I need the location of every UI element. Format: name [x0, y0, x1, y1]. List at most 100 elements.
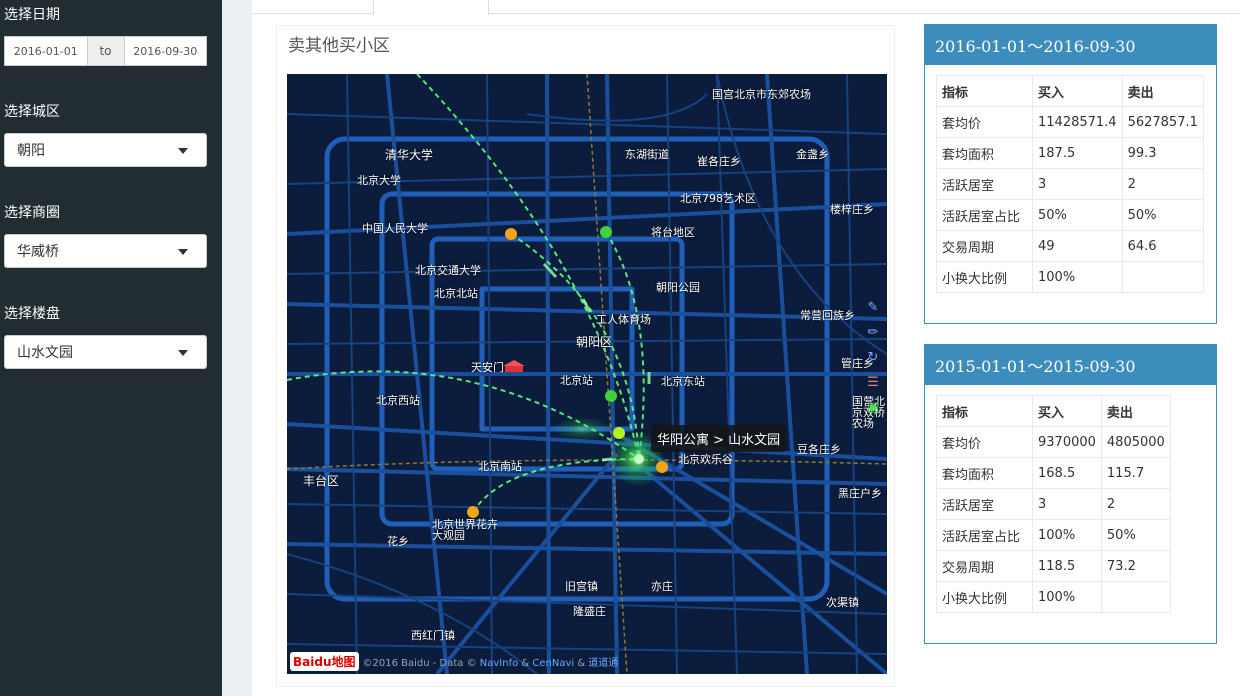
marker-green[interactable] [605, 390, 617, 402]
table-cell: 套均面积 [936, 137, 1033, 169]
map-label: 西红门镇 [411, 629, 455, 642]
map-label: 北京世界花卉大观园 [432, 518, 498, 542]
table-cell: 3 [1032, 168, 1123, 200]
table-cell: 3 [1032, 488, 1102, 520]
table-cell: 小换大比例 [936, 581, 1033, 613]
map-label: 工人体育场 [596, 313, 651, 326]
map-label: 花乡 [387, 535, 409, 548]
marker-green[interactable] [600, 226, 612, 238]
column-header: 买入 [1032, 75, 1123, 107]
table-cell: 99.3 [1121, 137, 1204, 169]
map-label: 旧宫镇 [565, 580, 598, 593]
table-cell: 11428571.4 [1032, 106, 1123, 138]
column-header: 指标 [936, 75, 1033, 107]
map-label: 丰台区 [303, 474, 340, 488]
table-cell: 50% [1121, 199, 1204, 231]
map-label: 中国人民大学 [362, 222, 428, 235]
building-value: 山水文园 [17, 345, 73, 361]
table-row: 活跃居室占比 50% 50% [936, 199, 1204, 231]
navinfo-link[interactable]: NavInfo [480, 658, 518, 669]
column-header: 指标 [936, 395, 1033, 427]
table-row: 套均价 11428571.4 5627857.1 [936, 106, 1204, 138]
destination-marker[interactable] [634, 454, 644, 464]
map-label: 北京站 [560, 374, 593, 387]
map-label: 北京欢乐谷 [678, 453, 733, 466]
table-row: 交易周期 49 64.6 [936, 230, 1204, 262]
map-label: 黑庄户乡 [838, 487, 882, 500]
map-label: 隆盛庄 [573, 605, 606, 618]
table-cell: 168.5 [1032, 457, 1102, 489]
building-select[interactable]: 山水文园 [4, 335, 207, 369]
map-label: 天安门 [471, 361, 504, 374]
table-cell: 49 [1032, 230, 1123, 262]
map-label: 北京南站 [478, 460, 522, 473]
table-row: 套均价 9370000 4805000 [936, 426, 1171, 458]
tab-active[interactable] [373, 0, 489, 15]
baidu-logo: Baidu地图 [290, 652, 359, 671]
date-from-input[interactable]: 2016-01-01 [5, 37, 87, 65]
map-label: 北京交通大学 [415, 264, 481, 277]
stats-card-2016: 2016-01-01～2016-09-30 指标 买入 卖出 套均价 114285… [924, 24, 1217, 324]
table-cell: 套均价 [936, 426, 1033, 458]
stats-table: 指标 买入 卖出 套均价 11428571.4 5627857.1 套均面积 187.… [936, 75, 1204, 293]
column-header: 卖出 [1121, 75, 1204, 107]
table-cell: 活跃居室占比 [936, 519, 1033, 551]
map-label: 北京大学 [357, 174, 401, 187]
marker-orange[interactable] [656, 461, 668, 473]
column-header: 买入 [1032, 395, 1102, 427]
table-cell: 187.5 [1032, 137, 1123, 169]
stats-table: 指标 买入 卖出 套均价 9370000 4805000 套均面积 168.5 115.… [936, 395, 1171, 613]
table-cell: 100% [1032, 261, 1123, 293]
save-icon[interactable]: ▣ [865, 400, 881, 416]
edit-icon[interactable]: ✏ [865, 325, 881, 341]
sidebar: 选择日期 2016-01-01 to 2016-09-30 选择城区 朝阳 选择… [0, 0, 222, 696]
map-label: 金盏乡 [796, 148, 829, 161]
table-cell [1121, 261, 1204, 293]
table-row: 活跃居室 3 2 [936, 488, 1171, 520]
map-label: 亦庄 [651, 580, 673, 593]
table-cell: 交易周期 [936, 230, 1033, 262]
table-cell: 活跃居室 [936, 488, 1033, 520]
table-cell: 活跃居室 [936, 168, 1033, 200]
map-label: 常营回族乡 [800, 309, 855, 322]
map-label: 北京东站 [661, 375, 705, 388]
caret-down-icon [178, 148, 188, 154]
marker-yellow[interactable] [613, 427, 625, 439]
table-row: 活跃居室占比 100% 50% [936, 519, 1171, 551]
map-label: 北京西站 [376, 394, 420, 407]
area-select[interactable]: 华威桥 [4, 234, 207, 268]
map-label: 将台地区 [651, 226, 695, 239]
table-cell: 小换大比例 [936, 261, 1033, 293]
table-cell: 50% [1100, 519, 1171, 551]
pen-icon[interactable]: ✎ [865, 300, 881, 316]
card-title: 2015-01-01～2015-09-30 [925, 345, 1216, 385]
table-cell: 套均价 [936, 106, 1033, 138]
table-row: 交易周期 118.5 73.2 [936, 550, 1171, 582]
table-cell: 套均面积 [936, 457, 1033, 489]
card-title: 2016-01-01～2016-09-30 [925, 25, 1216, 65]
table-cell: 118.5 [1032, 550, 1102, 582]
table-cell: 115.7 [1100, 457, 1171, 489]
map-label: 北京798艺术区 [680, 192, 756, 205]
map-toolbox: ✎ ✏ ↻ ☰ ▣ [865, 300, 883, 425]
date-range-picker[interactable]: 2016-01-01 to 2016-09-30 [4, 36, 207, 66]
table-row: 小换大比例 100% [936, 261, 1204, 293]
map-attribution: Baidu地图 ©2016 Baidu - Data © NavInfo & C… [290, 652, 618, 671]
map-label: 次渠镇 [826, 596, 859, 609]
area-value: 华威桥 [17, 244, 59, 260]
daodaotong-link[interactable]: 道道通 [588, 658, 618, 669]
cennavi-link[interactable]: CenNavi [532, 658, 574, 669]
date-label: 选择日期 [4, 7, 60, 23]
table-cell [1100, 581, 1171, 613]
table-header-row: 指标 买入 卖出 [936, 395, 1171, 427]
map-label: 北京北站 [434, 287, 478, 300]
marker-orange[interactable] [467, 506, 479, 518]
data-view-icon[interactable]: ☰ [865, 375, 881, 391]
stats-card-2015: 2015-01-01～2015-09-30 指标 买入 卖出 套均价 937000… [924, 344, 1217, 644]
refresh-icon[interactable]: ↻ [865, 350, 881, 366]
marker-orange[interactable] [505, 228, 517, 240]
date-to-input[interactable]: 2016-09-30 [125, 37, 207, 65]
table-cell: 100% [1032, 581, 1102, 613]
district-select[interactable]: 朝阳 [4, 133, 207, 167]
table-cell: 64.6 [1121, 230, 1204, 262]
